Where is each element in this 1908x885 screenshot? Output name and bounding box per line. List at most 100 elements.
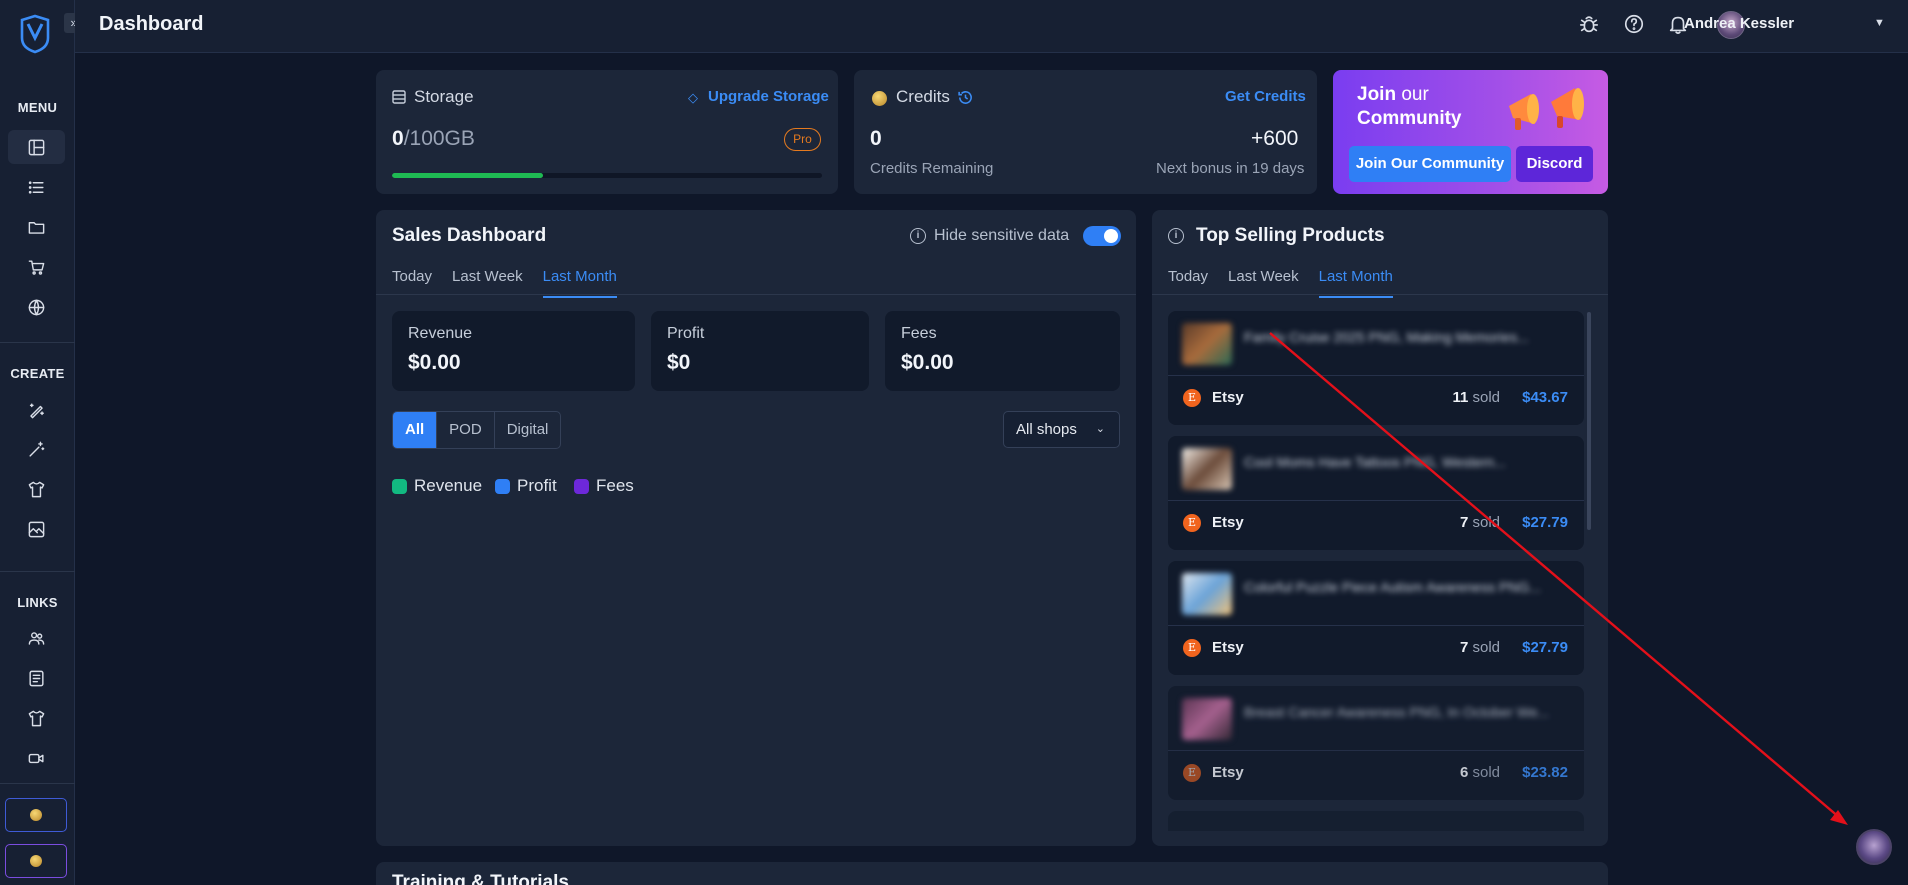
globe-icon — [28, 299, 45, 315]
stat-value: $0.00 — [408, 351, 461, 374]
product-thumbnail — [1182, 448, 1232, 490]
storage-total: /100GB — [403, 127, 475, 150]
etsy-icon: E — [1183, 764, 1201, 782]
help-circle-icon — [1624, 14, 1644, 34]
product-price: $27.79 — [1522, 639, 1568, 656]
sold-label: sold — [1468, 639, 1500, 656]
sidebar-item-globe[interactable] — [8, 290, 65, 324]
legend-swatch — [495, 478, 510, 494]
profit-stat: Profit $0 — [651, 311, 869, 391]
sidebar: MENU CREATE LINKS — [0, 0, 75, 885]
shop-name: Etsy — [1212, 639, 1244, 656]
stat-value: $0.00 — [901, 351, 954, 374]
list-item[interactable]: Family Cruise 2025 PNG, Making Memories.… — [1168, 311, 1584, 425]
sidebar-item-cart[interactable] — [8, 250, 65, 284]
top-selling-title: Top Selling Products — [1196, 225, 1385, 246]
list-icon — [28, 180, 44, 194]
training-title: Training & Tutorials — [392, 872, 569, 885]
filter-all-button[interactable]: All — [393, 412, 438, 448]
sidebar-item-merch[interactable] — [8, 701, 65, 735]
sidebar-item-dashboard[interactable] — [8, 130, 65, 164]
stat-label: Profit — [667, 325, 705, 342]
legend-swatch — [574, 478, 589, 494]
tab-divider — [1152, 294, 1608, 295]
chat-support-button[interactable] — [1856, 829, 1892, 865]
hide-sensitive-label: Hide sensitive data — [934, 227, 1070, 244]
product-thumbnail — [1182, 323, 1232, 365]
sidebar-item-community[interactable] — [8, 621, 65, 655]
revenue-stat: Revenue $0.00 — [392, 311, 635, 391]
sidebar-item-design[interactable] — [8, 393, 65, 427]
sidebar-item-video[interactable] — [8, 741, 65, 775]
filter-digital-button[interactable]: Digital — [495, 412, 561, 448]
product-thumbnail — [1182, 573, 1232, 615]
history-icon[interactable] — [957, 89, 974, 106]
sidebar-item-magic[interactable] — [8, 432, 65, 466]
pen-sparkle-icon — [29, 402, 44, 418]
join-community-button[interactable]: Join Our Community — [1349, 146, 1511, 182]
diamond-icon: ◇ — [688, 90, 698, 105]
upgrade-storage-link[interactable]: Upgrade Storage — [708, 88, 829, 105]
product-type-filter: All POD Digital — [392, 411, 562, 449]
community-title-rest: our — [1396, 84, 1429, 105]
credits-shortcut-button[interactable] — [5, 798, 67, 832]
article-icon — [29, 670, 44, 686]
sidebar-item-blog[interactable] — [8, 661, 65, 695]
filter-pod-button[interactable]: POD — [437, 412, 495, 448]
sales-dashboard-card — [376, 210, 1136, 846]
legend-label: Revenue — [414, 476, 483, 495]
sidebar-item-tshirt[interactable] — [8, 472, 65, 506]
product-price: $27.79 — [1522, 514, 1568, 531]
list-item-partial — [1168, 811, 1584, 831]
sidebar-divider — [0, 783, 75, 784]
legend-fees[interactable]: Fees — [574, 476, 634, 496]
product-list-scrollbar[interactable] — [1587, 312, 1591, 530]
storage-progress-fill — [392, 173, 543, 178]
etsy-icon: E — [1183, 639, 1201, 657]
credits-title: Credits — [896, 87, 950, 106]
tab-divider — [376, 294, 1136, 295]
info-icon: i — [1168, 228, 1184, 244]
chevron-down-icon[interactable]: ▼ — [1874, 17, 1885, 29]
hide-sensitive-toggle[interactable] — [1083, 226, 1121, 246]
legend-revenue[interactable]: Revenue — [392, 476, 482, 496]
storage-usage: 0/100GB — [392, 127, 475, 151]
sold-count: 6 sold — [1460, 764, 1500, 781]
product-name: Breast Cancer Awareness PNG, In October … — [1244, 704, 1550, 720]
fees-stat: Fees $0.00 — [885, 311, 1120, 391]
etsy-icon: E — [1183, 389, 1201, 407]
product-name: Colorful Puzzle Piece Autism Awareness P… — [1244, 579, 1541, 595]
discord-button[interactable]: Discord — [1516, 146, 1593, 182]
folder-icon — [28, 221, 45, 234]
sold-label: sold — [1468, 514, 1500, 531]
list-item[interactable]: Cool Moms Have Tattoos PNG, Western... E… — [1168, 436, 1584, 550]
user-name[interactable]: Andrea Kessler — [1684, 15, 1794, 32]
users-icon — [28, 631, 45, 645]
gallery-icon — [28, 521, 45, 537]
credits-bonus: +600 — [1251, 127, 1299, 150]
bonus-shortcut-button[interactable] — [5, 844, 67, 878]
shop-name: Etsy — [1212, 514, 1244, 531]
shop-select[interactable]: All shops ⌄ — [1003, 411, 1120, 448]
sidebar-item-list[interactable] — [8, 170, 65, 204]
help-button[interactable] — [1623, 13, 1647, 37]
legend-profit[interactable]: Profit — [495, 476, 557, 496]
divider — [1168, 375, 1584, 376]
bug-report-button[interactable] — [1578, 13, 1602, 37]
sold-label: sold — [1468, 389, 1500, 406]
sidebar-item-folder[interactable] — [8, 210, 65, 244]
database-icon — [392, 90, 406, 104]
dashboard-icon — [28, 139, 45, 155]
chevron-down-icon: ⌄ — [1095, 423, 1105, 435]
list-item[interactable]: Breast Cancer Awareness PNG, In October … — [1168, 686, 1584, 800]
storage-title: Storage — [414, 87, 474, 106]
stat-value: $0 — [667, 351, 691, 374]
community-title: Join our Community — [1357, 83, 1497, 131]
app-logo-icon[interactable] — [18, 14, 52, 54]
legend-swatch — [392, 478, 407, 494]
sidebar-divider — [0, 571, 75, 572]
get-credits-link[interactable]: Get Credits — [1225, 88, 1306, 105]
list-item[interactable]: Colorful Puzzle Piece Autism Awareness P… — [1168, 561, 1584, 675]
sidebar-item-gallery[interactable] — [8, 512, 65, 546]
sidebar-divider — [0, 342, 75, 343]
